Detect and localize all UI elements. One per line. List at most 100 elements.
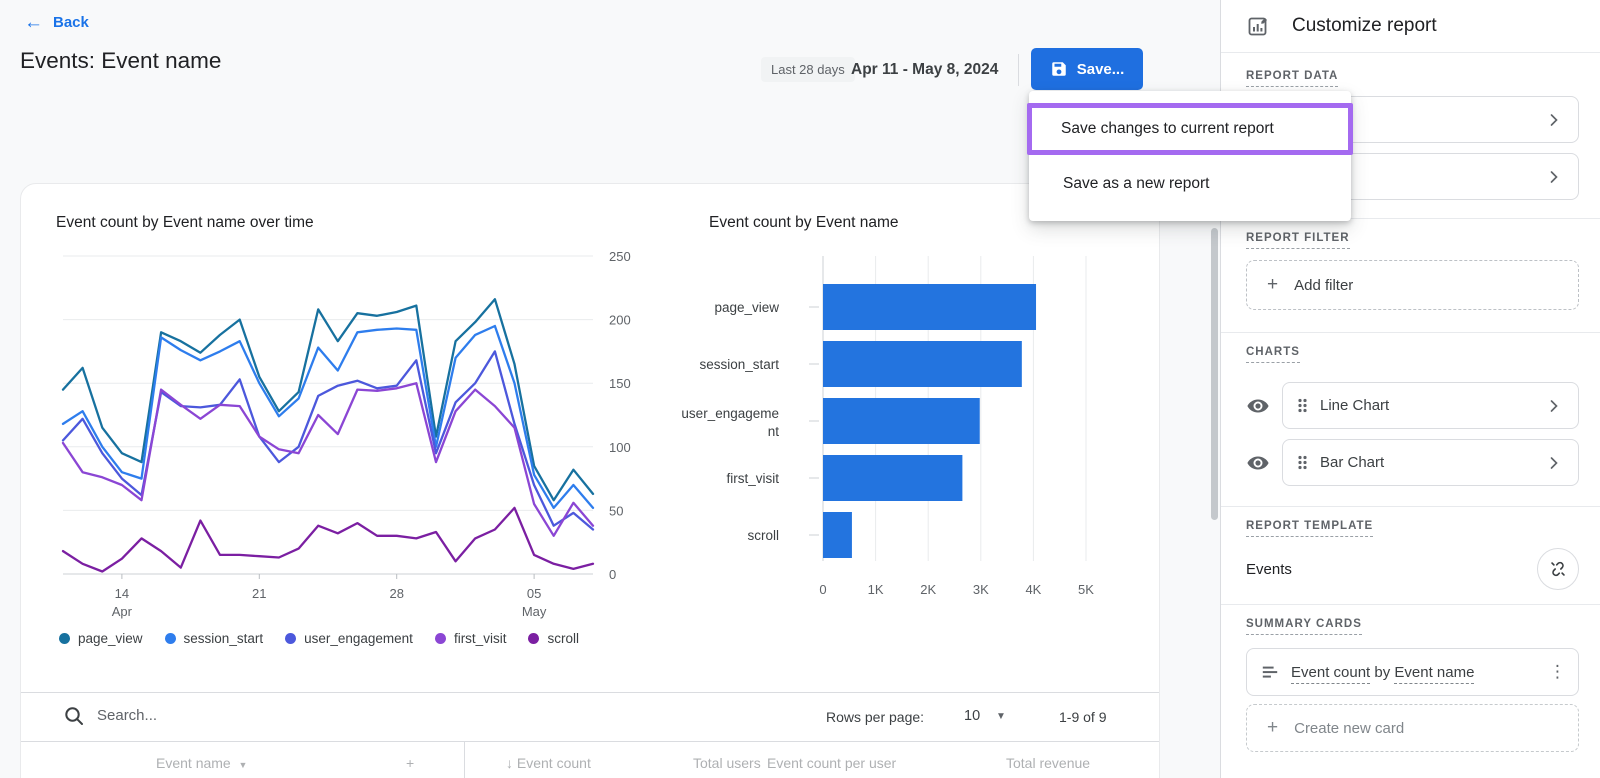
visibility-eye-icon[interactable] — [1246, 394, 1270, 418]
legend-dot — [435, 633, 446, 644]
add-filter-button[interactable]: + Add filter — [1246, 260, 1579, 310]
table-header: Event name ▼ + ↓ Event count Total users… — [21, 741, 1159, 778]
section-label-report-template: REPORT TEMPLATE — [1246, 520, 1373, 537]
svg-text:2K: 2K — [920, 582, 936, 597]
section-label-report-data: REPORT DATA — [1246, 70, 1338, 87]
svg-text:session_start: session_start — [699, 357, 779, 372]
svg-text:May: May — [522, 604, 547, 619]
divider — [1221, 332, 1600, 333]
caret-down-icon[interactable]: ▼ — [996, 711, 1006, 722]
add-column-button[interactable]: + — [406, 755, 414, 771]
chevron-right-icon — [1544, 110, 1564, 130]
caret-down-icon: ▼ — [239, 760, 248, 770]
column-header-total-users[interactable]: Total users — [693, 755, 761, 771]
svg-text:5K: 5K — [1078, 582, 1094, 597]
menu-item-save-as-new[interactable]: Save as a new report — [1029, 161, 1351, 207]
column-header-event-count-per-user[interactable]: Event count per user — [767, 755, 896, 771]
bar-chart-card[interactable]: Bar Chart — [1282, 439, 1579, 486]
save-button[interactable]: Save... — [1031, 48, 1143, 90]
summary-card-event-count[interactable]: Event count by Event name ⋮ — [1246, 648, 1579, 696]
section-label-charts: CHARTS — [1246, 346, 1300, 363]
drag-handle-icon[interactable] — [1297, 397, 1308, 414]
section-label-summary-cards: SUMMARY CARDS — [1246, 618, 1362, 635]
save-button-label: Save... — [1077, 61, 1125, 78]
search-icon[interactable] — [63, 705, 85, 727]
svg-text:3K: 3K — [973, 582, 989, 597]
panel-header: Customize report — [1221, 0, 1600, 52]
create-new-card-button[interactable]: + Create new card — [1246, 704, 1579, 752]
save-dropdown-menu: Save changes to current report Save as a… — [1029, 91, 1351, 221]
svg-text:0: 0 — [819, 582, 826, 597]
chevron-right-icon — [1544, 396, 1564, 416]
rows-per-page-select[interactable]: 10 — [964, 708, 980, 724]
chart-legend: page_view session_start user_engagement fir… — [59, 631, 579, 646]
divider — [1018, 54, 1019, 86]
report-card: Event count by Event name over time Even… — [20, 183, 1160, 778]
date-preset-chip[interactable]: Last 28 days — [761, 57, 855, 82]
bar-chart-title: Event count by Event name — [709, 214, 899, 232]
unlink-icon — [1547, 558, 1569, 580]
legend-item-session_start[interactable]: session_start — [165, 631, 264, 646]
legend-dot — [285, 633, 296, 644]
plus-icon: + — [1267, 717, 1278, 739]
svg-text:200: 200 — [609, 313, 631, 328]
menu-item-save-changes[interactable]: Save changes to current report — [1027, 103, 1353, 155]
chart-row-line: Line Chart — [1246, 382, 1579, 429]
column-header-event-count[interactable]: ↓ Event count — [506, 755, 591, 771]
chart-row-bar: Bar Chart — [1246, 439, 1579, 486]
kebab-menu-icon[interactable]: ⋮ — [1549, 662, 1566, 682]
drag-handle-icon[interactable] — [1297, 454, 1308, 471]
svg-text:150: 150 — [609, 376, 631, 391]
column-header-total-revenue[interactable]: Total revenue — [1006, 755, 1090, 771]
svg-text:50: 50 — [609, 503, 623, 518]
svg-text:scroll: scroll — [747, 528, 779, 543]
search-input[interactable]: Search... — [97, 707, 157, 724]
unlink-template-button[interactable] — [1537, 548, 1579, 590]
panel-title: Customize report — [1292, 15, 1437, 37]
divider — [1221, 52, 1600, 53]
divider — [1221, 506, 1600, 507]
legend-item-user_engagement[interactable]: user_engagement — [285, 631, 413, 646]
customize-report-icon — [1246, 14, 1270, 38]
divider — [464, 742, 465, 778]
date-range-picker[interactable]: Apr 11 - May 8, 2024 — [851, 61, 998, 79]
svg-text:28: 28 — [389, 586, 403, 601]
plus-icon: + — [1267, 274, 1278, 296]
back-link[interactable]: ← Back — [24, 13, 89, 32]
svg-text:250: 250 — [609, 249, 631, 264]
section-label-report-filter: REPORT FILTER — [1246, 232, 1350, 249]
scrollbar-thumb[interactable] — [1211, 228, 1218, 520]
svg-text:21: 21 — [252, 586, 266, 601]
divider — [1221, 604, 1600, 605]
legend-dot — [528, 633, 539, 644]
sort-descending-icon: ↓ — [506, 755, 513, 771]
svg-text:0: 0 — [609, 567, 616, 582]
legend-item-page_view[interactable]: page_view — [59, 631, 143, 646]
rows-per-page-label: Rows per page: — [826, 709, 924, 725]
svg-text:05: 05 — [527, 586, 541, 601]
back-arrow-icon: ← — [24, 13, 43, 32]
save-icon — [1050, 60, 1068, 78]
column-header-event-name[interactable]: Event name ▼ — [156, 755, 247, 771]
chevron-right-icon — [1544, 167, 1564, 187]
line-chart[interactable]: 05010015020025014Apr212805May — [49, 234, 649, 624]
line-chart-card[interactable]: Line Chart — [1282, 382, 1579, 429]
svg-text:first_visit: first_visit — [726, 471, 779, 486]
legend-item-scroll[interactable]: scroll — [528, 631, 579, 646]
summary-card-icon — [1261, 663, 1279, 681]
svg-text:user_engageme: user_engageme — [681, 406, 779, 421]
svg-text:1K: 1K — [868, 582, 884, 597]
legend-dot — [165, 633, 176, 644]
svg-text:Apr: Apr — [112, 604, 133, 619]
bar-chart[interactable]: 01K2K3K4K5Kpage_viewsession_startuser_en… — [681, 234, 1151, 614]
svg-text:nt: nt — [768, 424, 780, 439]
page-title: Events: Event name — [20, 48, 221, 74]
back-label: Back — [53, 14, 89, 31]
table-toolbar: Search... Rows per page: 10 ▼ 1-9 of 9 — [21, 693, 1159, 741]
visibility-eye-icon[interactable] — [1246, 451, 1270, 475]
template-name: Events — [1246, 561, 1537, 578]
legend-dot — [59, 633, 70, 644]
line-chart-title: Event count by Event name over time — [56, 214, 314, 232]
legend-item-first_visit[interactable]: first_visit — [435, 631, 507, 646]
pagination-status: 1-9 of 9 — [1059, 709, 1106, 725]
